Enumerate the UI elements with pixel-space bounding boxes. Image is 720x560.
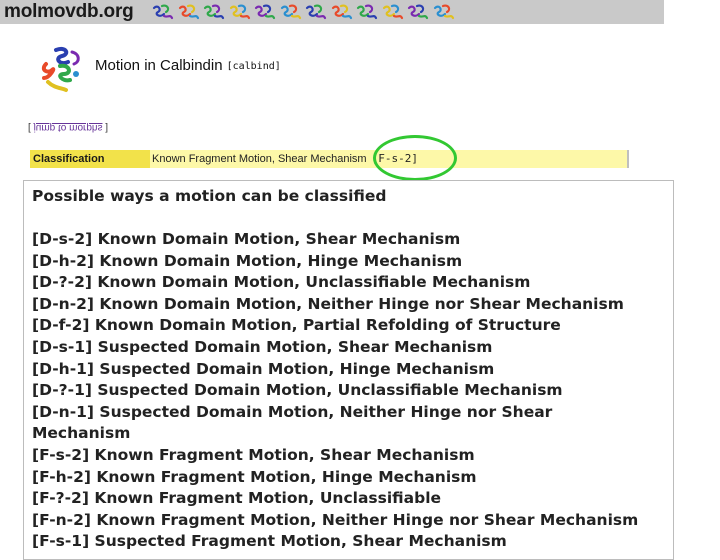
motion-title: Motion in Calbindin	[95, 57, 223, 74]
protein-icon[interactable]	[176, 2, 201, 22]
classification-item: Mechanism	[32, 424, 131, 443]
classification-item: [D-n-2] Known Domain Motion, Neither Hin…	[32, 294, 624, 313]
protein-icon[interactable]	[431, 2, 456, 22]
classification-list: [D-s-2] Known Domain Motion, Shear Mecha…	[32, 229, 672, 553]
classification-item: [D-f-2] Known Domain Motion, Partial Ref…	[32, 316, 561, 335]
classification-item: [D-n-1] Suspected Domain Motion, Neither…	[32, 402, 553, 421]
classification-item: [D-?-1] Suspected Domain Motion, Unclass…	[32, 381, 563, 400]
classification-value: Known Fragment Motion, Shear Mechanism	[152, 153, 367, 165]
classification-item: [F-s-2] Known Fragment Motion, Shear Mec…	[32, 445, 475, 464]
header-bar: molmovdb.org	[0, 0, 664, 24]
classification-item: [F-?-2] Known Fragment Motion, Unclassif…	[32, 489, 442, 508]
classification-item: [D-?-2] Known Domain Motion, Unclassifia…	[32, 273, 531, 292]
calbindin-structure-icon	[41, 46, 80, 92]
protein-icon[interactable]	[329, 2, 354, 22]
classification-item: [F-s-1] Suspected Fragment Motion, Shear…	[32, 532, 507, 551]
classification-item: [F-h-2] Known Fragment Motion, Hinge Mec…	[32, 467, 477, 486]
protein-icon[interactable]	[405, 2, 430, 22]
classification-item: [D-s-1] Suspected Domain Motion, Shear M…	[32, 337, 493, 356]
classification-item: [F-n-2] Known Fragment Motion, Neither H…	[32, 510, 639, 529]
classification-popup: Possible ways a motion can be classified…	[23, 180, 674, 560]
classification-bar: Classification Known Fragment Motion, Sh…	[30, 150, 629, 168]
page-title: Motion in Calbindin [calbind]	[95, 57, 281, 74]
protein-icon[interactable]	[201, 2, 226, 22]
protein-icon[interactable]	[278, 2, 303, 22]
jump-to-morphs-link[interactable]: jump to morphs	[34, 122, 103, 133]
jump-to-morphs: [ jump to morphs ]	[28, 122, 108, 133]
highlight-circle	[373, 135, 457, 181]
classification-item: [D-h-1] Suspected Domain Motion, Hinge M…	[32, 359, 495, 378]
motion-code: [calbind]	[226, 61, 281, 72]
site-logo-text[interactable]: molmovdb.org	[4, 1, 134, 23]
protein-icon[interactable]	[380, 2, 405, 22]
protein-icon[interactable]	[303, 2, 328, 22]
classification-item: [D-h-2] Known Domain Motion, Hinge Mecha…	[32, 251, 463, 270]
popup-title: Possible ways a motion can be classified	[32, 187, 387, 205]
protein-icon[interactable]	[227, 2, 252, 22]
protein-icon[interactable]	[354, 2, 379, 22]
classification-item: [D-s-2] Known Domain Motion, Shear Mecha…	[32, 230, 461, 248]
protein-icon[interactable]	[150, 2, 175, 22]
classification-label: Classification	[30, 150, 150, 168]
protein-nav	[150, 2, 456, 22]
protein-icon[interactable]	[252, 2, 277, 22]
jump-bracket-close: ]	[102, 122, 109, 133]
